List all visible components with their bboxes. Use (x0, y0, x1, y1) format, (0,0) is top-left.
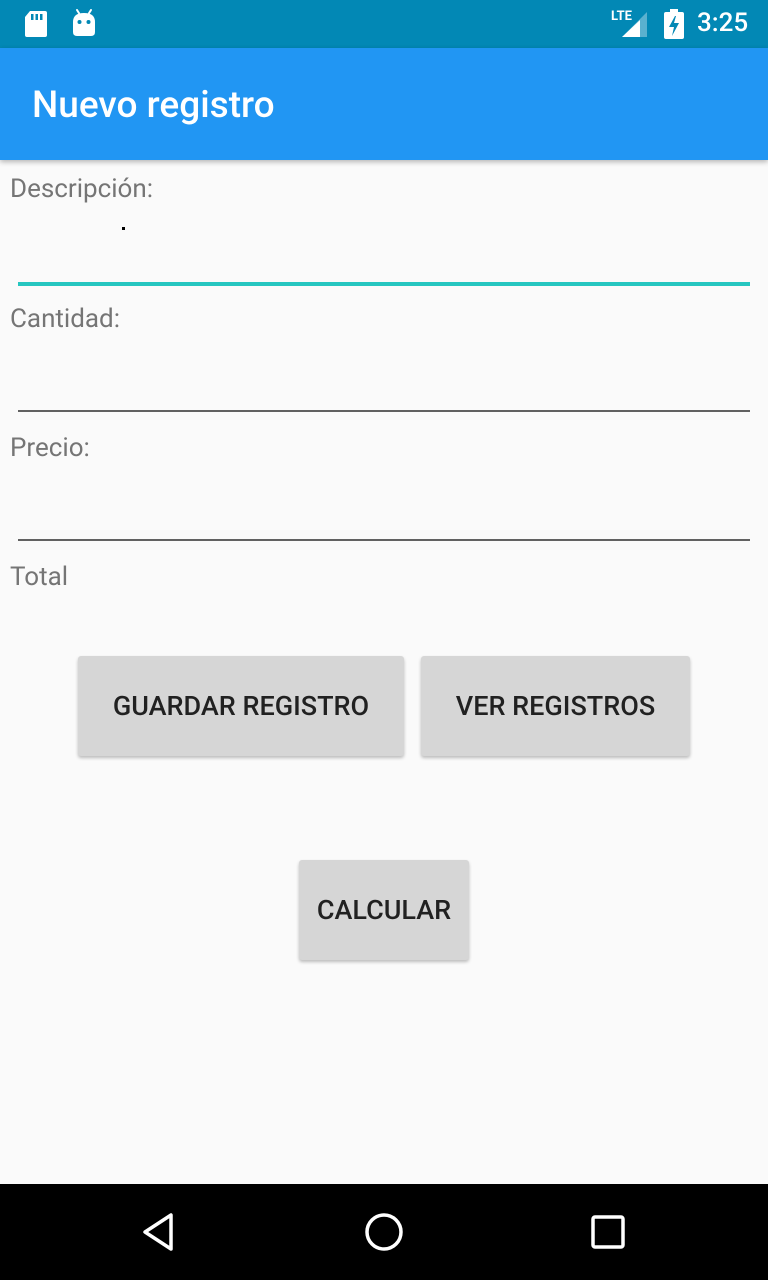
signal-icon (622, 12, 647, 37)
descripcion-label: Descripción: (10, 174, 154, 204)
app-bar: Nuevo registro (0, 48, 768, 160)
recents-icon[interactable] (584, 1208, 632, 1256)
text-cursor (122, 227, 125, 230)
descripcion-field[interactable] (18, 226, 750, 286)
total-label: Total (10, 562, 69, 592)
calcular-button[interactable]: CALCULAR (299, 860, 469, 960)
precio-field[interactable] (18, 483, 750, 541)
home-icon[interactable] (360, 1208, 408, 1256)
navigation-bar (0, 1184, 768, 1280)
sd-card-icon (25, 11, 47, 37)
clock: 3:25 (697, 8, 749, 38)
guardar-registro-button[interactable]: GUARDAR REGISTRO (78, 656, 404, 756)
android-icon (73, 9, 95, 36)
precio-label: Precio: (10, 433, 90, 463)
status-bar: LTE 3:25 (0, 0, 768, 48)
cantidad-label: Cantidad: (10, 304, 121, 334)
battery-charging-icon (664, 9, 684, 39)
page-title: Nuevo registro (32, 84, 275, 127)
ver-registros-button[interactable]: VER REGISTROS (421, 656, 690, 756)
cantidad-field[interactable] (18, 354, 750, 412)
back-icon[interactable] (136, 1208, 184, 1256)
